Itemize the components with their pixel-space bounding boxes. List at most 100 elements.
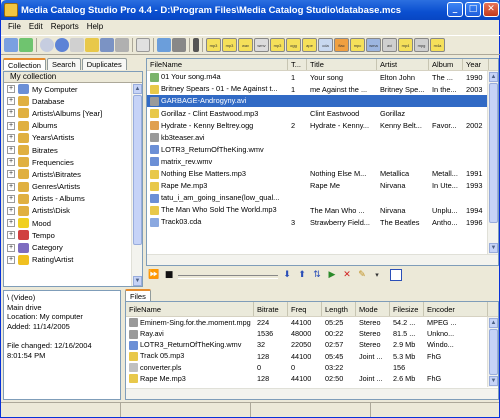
tree-item[interactable]: + Artists - Albums (4, 193, 142, 205)
move-up-icon[interactable]: ⬆ (296, 269, 308, 281)
col-mode[interactable]: Mode (356, 302, 390, 316)
tree-item[interactable]: + Artists\Disk (4, 205, 142, 217)
expand-icon[interactable]: + (7, 219, 15, 228)
file-row[interactable]: kb3teaser.avi (147, 131, 498, 143)
globe-icon[interactable] (157, 38, 171, 52)
file-row[interactable]: 01 Your song.m4a 1 Your song Elton John The … (147, 71, 498, 83)
col-length[interactable]: Length (322, 302, 356, 316)
col-year[interactable]: Year (463, 59, 489, 70)
disc-icon[interactable] (40, 38, 54, 52)
filter-mpg-icon[interactable]: mpg (414, 38, 429, 52)
info-icon[interactable] (193, 38, 199, 52)
seek-bar[interactable] (178, 275, 278, 279)
file-row[interactable]: The Man Who Sold The World.mp3 The Man Wh… (147, 204, 498, 216)
document-icon[interactable] (70, 38, 84, 52)
files-row[interactable]: Rape Me.mp3 128 44100 02:50 Joint ... 2.6 Mb F… (126, 373, 498, 384)
tree-item[interactable]: + Tempo (4, 229, 142, 241)
expand-icon[interactable]: + (7, 194, 15, 203)
expand-icon[interactable]: + (7, 97, 15, 106)
files-row[interactable]: Eminem-Sing.for.the.moment.mpg 224 44100 05… (126, 317, 498, 328)
files-row[interactable]: LOTR3_ReturnOfTheKing.wmv 32 22050 02:57 Ste… (126, 339, 498, 350)
expand-icon[interactable]: + (7, 85, 15, 94)
files-row[interactable]: converter.pls 0 0 03:22 156 (126, 362, 498, 373)
tab-search[interactable]: Search (46, 58, 81, 70)
filter-flac-icon[interactable]: flac (334, 38, 349, 52)
expand-icon[interactable]: + (7, 146, 15, 155)
tree-item[interactable]: + Rating\Artist (4, 254, 142, 266)
filter-mp4-icon[interactable]: mp4 (398, 38, 413, 52)
expand-icon[interactable]: + (7, 182, 15, 191)
filter-wav-icon[interactable]: wav (238, 38, 253, 52)
title-bar[interactable]: Media Catalog Studio Pro 4.4 - D:\Progra… (1, 0, 500, 20)
menu-help[interactable]: Help (83, 20, 107, 34)
file-row[interactable]: Track03.cda 3 Strawberry Field... The Beatl… (147, 216, 498, 228)
filter-mp3-3-icon[interactable]: mp3 (270, 38, 285, 52)
file-row[interactable]: Gorillaz - Clint Eastwood.mp3 Clint Eastw… (147, 107, 498, 119)
filter-wma-icon[interactable]: wma (366, 38, 381, 52)
menu-edit[interactable]: Edit (25, 20, 47, 34)
close-button[interactable]: ✕ (483, 2, 499, 17)
tree-item[interactable]: + Years\Artists (4, 132, 142, 144)
menu-reports[interactable]: Reports (47, 20, 83, 34)
filter-avi-icon[interactable]: avi (382, 38, 397, 52)
file-row[interactable]: Britney Spears - 01 - Me Against t... 1 me… (147, 83, 498, 95)
col-album[interactable]: Album (429, 59, 463, 70)
col-artist[interactable]: Artist (377, 59, 429, 70)
col-file[interactable]: FileName (126, 302, 254, 316)
file-row[interactable]: LOTR3_ReturnOfTheKing.wmv (147, 144, 498, 156)
file-row[interactable]: tatu_i_am_going_insane(low_qual... (147, 192, 498, 204)
file-row[interactable]: Nothing Else Matters.mp3 Nothing Else M..… (147, 168, 498, 180)
col-track[interactable]: T... (288, 59, 307, 70)
expand-icon[interactable]: + (7, 243, 15, 252)
expand-icon[interactable]: + (7, 121, 15, 130)
files-row[interactable]: Track 05.mp3 128 44100 05:45 Joint ... 5.3 Mb… (126, 351, 498, 362)
col-filesize[interactable]: Filesize (390, 302, 424, 316)
file-row[interactable]: GARBAGE-Androgyny.avi (147, 95, 498, 108)
cd-icon[interactable] (55, 38, 69, 52)
tab-files[interactable]: Files (125, 289, 151, 301)
view-icon[interactable] (390, 269, 402, 281)
tree-item[interactable]: + Artists\Bitrates (4, 168, 142, 180)
maximize-button[interactable]: □ (465, 2, 481, 17)
tab-collection[interactable]: Collection (3, 58, 46, 70)
expand-icon[interactable]: + (7, 133, 15, 142)
col-bitrate[interactable]: Bitrate (254, 302, 288, 316)
col-filename[interactable]: FileName (147, 59, 288, 70)
col-encoder[interactable]: Encoder (424, 302, 488, 316)
edit-icon[interactable]: ✎ (356, 269, 368, 281)
minimize-button[interactable]: _ (447, 2, 463, 17)
file-row[interactable]: Rape Me.mp3 Rape Me Nirvana In Ute... 1993 (147, 180, 498, 192)
stop-icon[interactable]: ■ (163, 269, 175, 281)
sort-icon[interactable]: ⇅ (311, 269, 323, 281)
filter-wmv-icon[interactable]: wmv (254, 38, 269, 52)
tree-item[interactable]: + My Computer (4, 83, 142, 95)
new-icon[interactable] (4, 38, 18, 52)
file-list-scrollbar[interactable]: ▲ ▼ (487, 71, 498, 254)
tree-scrollbar[interactable]: ▲ ▼ (131, 83, 142, 286)
music-icon[interactable] (100, 38, 114, 52)
settings-icon[interactable] (172, 38, 186, 52)
file-list-hscrollbar[interactable] (147, 254, 498, 265)
expand-icon[interactable]: + (7, 231, 15, 240)
filter-mp3-icon[interactable]: mp3 (206, 38, 221, 52)
files-scrollbar[interactable]: ▲ ▼ (487, 317, 498, 387)
expand-icon[interactable]: + (7, 206, 15, 215)
filter-ogg-icon[interactable]: ogg (286, 38, 301, 52)
filter-mp3-2-icon[interactable]: mp3 (222, 38, 237, 52)
film-icon[interactable] (115, 38, 129, 52)
play-all-icon[interactable]: ⏩ (148, 269, 160, 281)
tree-item[interactable]: + Mood (4, 217, 142, 229)
col-freq[interactable]: Freq (288, 302, 322, 316)
file-row[interactable]: matrix_rev.wmv (147, 156, 498, 168)
tree-item[interactable]: + Genres\Artists (4, 181, 142, 193)
expand-icon[interactable]: + (7, 158, 15, 167)
delete-icon[interactable]: ✕ (341, 269, 353, 281)
play-icon[interactable]: ▶ (326, 269, 338, 281)
files-row[interactable]: Ray.avi 1536 48000 00:22 Stereo 81.5 ... Unkno… (126, 328, 498, 339)
tree-item[interactable]: + Bitrates (4, 144, 142, 156)
report-icon[interactable] (136, 38, 150, 52)
filter-ape-icon[interactable]: ape (302, 38, 317, 52)
tab-duplicates[interactable]: Duplicates (81, 58, 127, 70)
move-down-icon[interactable]: ⬇ (281, 269, 293, 281)
expand-icon[interactable]: + (7, 170, 15, 179)
